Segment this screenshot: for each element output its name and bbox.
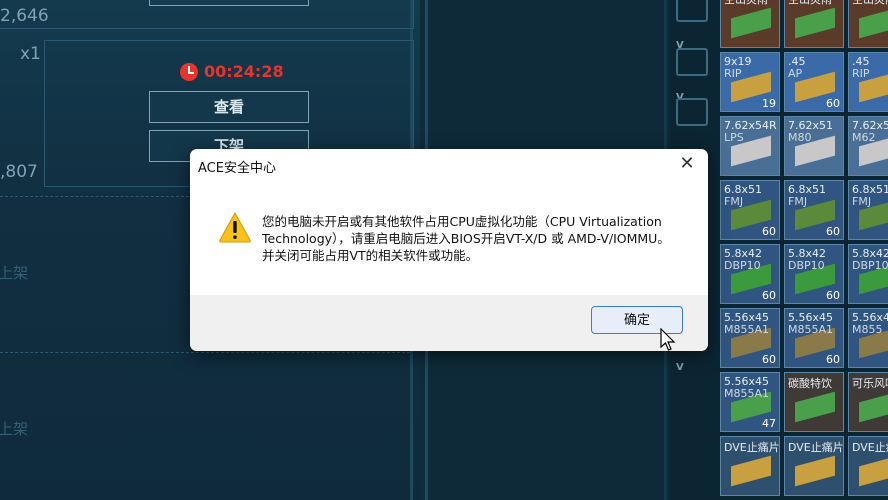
inventory-tile[interactable]: DVE止痛片 — [848, 436, 888, 496]
tile-subtitle: RIP — [724, 67, 742, 80]
inventory-tile[interactable]: 可乐风味 — [848, 372, 888, 432]
item-image-icon — [795, 391, 835, 423]
inventory-tile[interactable]: DVE止痛片 — [720, 436, 780, 496]
tile-count: 60 — [762, 289, 776, 302]
tile-subtitle: DBP10 — [788, 259, 825, 272]
inventory-tile[interactable]: DVE止痛片 — [784, 436, 844, 496]
inventory-tile[interactable]: .45RIP60 — [848, 52, 888, 112]
tile-subtitle: M855 — [852, 323, 883, 336]
tile-count: 19 — [762, 97, 776, 110]
inventory-tile[interactable]: 5.56x45 M855A1 60 — [720, 308, 780, 368]
warning-icon — [218, 211, 252, 247]
tile-name: 碳酸特饮 — [788, 377, 832, 390]
tile-subtitle: RIP — [852, 67, 870, 80]
dialog-body: 您的电脑未开启或有其他软件占用CPU虚拟化功能（CPU Virtualizati… — [190, 181, 708, 295]
dashed-separator — [0, 352, 410, 353]
inventory-tile[interactable]: 6.8x51FMJ60 — [720, 180, 780, 240]
tile-name: DVE止痛片 — [724, 441, 780, 454]
view-button[interactable]: 查看 — [149, 91, 309, 123]
tile-subtitle: LPS — [724, 131, 744, 144]
top-button[interactable] — [149, 0, 309, 6]
inventory-tile[interactable]: 5.8x42DBP1060 — [720, 244, 780, 304]
tile-name: DVE止痛片 — [788, 441, 844, 454]
tile-subtitle: AP — [788, 67, 803, 80]
tile-name: DVE止痛片 — [852, 441, 888, 454]
inventory-tile[interactable]: 7.62x54R LPS — [720, 116, 780, 176]
tile-subtitle: M855A1 — [724, 387, 770, 400]
inventory-tile[interactable]: 5.8x42DBP1060 — [784, 244, 844, 304]
sidebar-slot-icon[interactable] — [676, 0, 708, 22]
inventory-tile[interactable]: 5.8x42DBP1060 — [848, 244, 888, 304]
dialog-title: ACE安全中心 — [198, 161, 276, 176]
item-image-icon — [795, 455, 835, 487]
tile-count: 60 — [826, 225, 840, 238]
tile-count: 60 — [762, 225, 776, 238]
tile-name: 空山灵雨 — [788, 0, 832, 7]
inventory-tile[interactable]: .45 AP 60 — [784, 52, 844, 112]
quantity-value: x1 — [20, 44, 41, 64]
sidebar-v-label: V — [676, 362, 684, 373]
inventory-tile[interactable]: 6.8x51FMJ60 — [848, 180, 888, 240]
item-image-icon — [859, 7, 888, 39]
inventory-tile[interactable]: 空山灵雨 — [784, 0, 844, 48]
tile-subtitle: DBP10 — [852, 259, 888, 272]
item-image-icon — [731, 455, 771, 487]
tile-count: 47 — [762, 417, 776, 430]
ace-security-dialog: ACE安全中心 ✕ 您的电脑未开启或有其他软件占用CPU虚拟化功能（CPU Vi… — [190, 149, 708, 351]
tile-count: 60 — [826, 353, 840, 366]
inventory-tile[interactable]: 5.56x45 M855A1 60 — [784, 308, 844, 368]
tile-subtitle: M855A1 — [724, 323, 770, 336]
tile-count: 60 — [826, 289, 840, 302]
inventory-tile[interactable]: 空山灵雨 — [848, 0, 888, 48]
tile-name: 可乐风味 — [852, 377, 888, 390]
inventory-tile[interactable]: 7.62x51 M80 — [784, 116, 844, 176]
tile-count: 60 — [762, 353, 776, 366]
tile-subtitle: FMJ — [724, 195, 744, 208]
timer-text: 00:24:28 — [204, 62, 284, 81]
tile-count: 60 — [826, 97, 840, 110]
sidebar-slot-icon[interactable] — [676, 48, 708, 76]
inventory-tile[interactable]: 碳酸特饮 — [784, 372, 844, 432]
sidebar-slot-icon[interactable] — [676, 98, 708, 126]
countdown-timer: 00:24:28 — [180, 62, 284, 81]
inventory-tile[interactable]: 7.62x51M62 — [848, 116, 888, 176]
inventory-tile[interactable]: 5.56x45 M855A1 47 — [720, 372, 780, 432]
tile-subtitle: M80 — [788, 131, 812, 144]
tile-subtitle: DBP10 — [724, 259, 761, 272]
inventory-tile[interactable]: 9x19 RIP 19 — [720, 52, 780, 112]
item-image-icon — [859, 391, 888, 423]
item-image-icon — [731, 7, 771, 39]
close-icon[interactable]: ✕ — [676, 153, 698, 175]
item-image-icon — [795, 7, 835, 39]
clock-icon — [180, 62, 198, 81]
slot-label: 上架 — [0, 264, 29, 282]
item-image-icon — [859, 455, 888, 487]
price-value: 2,646 — [0, 6, 49, 26]
tile-subtitle: M62 — [852, 131, 876, 144]
inventory-tile[interactable]: 空山灵雨 — [720, 0, 780, 48]
tile-subtitle: FMJ — [788, 195, 808, 208]
slot-label: 上架 — [0, 420, 29, 438]
inventory-tile[interactable]: 6.8x51FMJ60 — [784, 180, 844, 240]
mouse-cursor-icon — [660, 327, 676, 356]
price-value: ,807 — [0, 162, 38, 182]
inventory-tile[interactable]: 5.56x45M85560 — [848, 308, 888, 368]
tile-name: 空山灵雨 — [852, 0, 888, 7]
dialog-message: 您的电脑未开启或有其他软件占用CPU虚拟化功能（CPU Virtualizati… — [262, 214, 670, 263]
tile-name: 空山灵雨 — [724, 0, 768, 7]
tile-subtitle: M855A1 — [788, 323, 834, 336]
tile-subtitle: FMJ — [852, 195, 872, 208]
